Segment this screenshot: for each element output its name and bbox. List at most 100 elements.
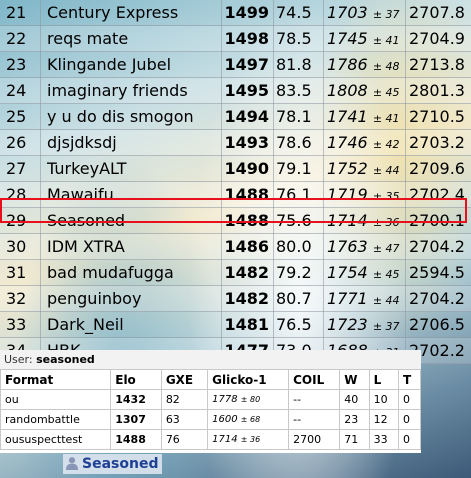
glicko-deviation: ± 44 (372, 164, 400, 177)
row-rank: 29 (6, 211, 27, 230)
row-player-name[interactable]: penguinboy (47, 286, 141, 311)
row-glicko: 1763 ± 47 (327, 234, 400, 261)
cell-glicko: 1600 ± 68 (207, 409, 290, 430)
row-player-name[interactable]: reqs mate (47, 26, 128, 51)
row-gxe: 76.5 (276, 315, 312, 334)
cell-ties: 0 (397, 429, 422, 450)
row-coil: 2801.3 (409, 81, 465, 100)
ladder-row: 30 IDM XTRA 1486 80.0 2704.2 1763 ± 47 (0, 234, 471, 260)
row-elo: 1498 (224, 29, 269, 48)
row-elo: 1490 (224, 159, 269, 178)
format-row: randombattle 1307 63 1600 ± 68 -- 23 12 0 (0, 409, 422, 430)
header-gxe: GXE (160, 369, 209, 390)
ladder-row: 24 imaginary friends 1495 83.5 2801.3 1808 ± … (0, 78, 471, 104)
row-player-name[interactable]: Seasoned (47, 208, 125, 233)
cell-gxe: 82 (160, 389, 209, 410)
row-coil: 2594.5 (409, 263, 465, 282)
row-gxe: 74.5 (276, 3, 312, 22)
cell-format: ou (0, 389, 112, 410)
glicko-deviation: ± 37 (372, 320, 400, 333)
column-divider (221, 0, 222, 350)
row-rank: 24 (6, 81, 27, 100)
format-table-header-row: Format Elo GXE Glicko-1 COIL W L T (0, 369, 422, 390)
row-player-name[interactable]: bad mudafugga (47, 260, 174, 285)
format-row: ou 1432 82 1778 ± 80 -- 40 10 0 (0, 389, 422, 410)
row-player-name[interactable]: djsjdksdj (47, 130, 117, 155)
cell-glicko: 1714 ± 36 (207, 429, 290, 450)
glicko-rating: 1703 (327, 3, 368, 22)
row-coil: 2713.8 (409, 55, 465, 74)
row-glicko: 1719 ± 35 (327, 182, 400, 209)
row-rank: 33 (6, 315, 27, 334)
glicko-deviation: ± 80 (240, 395, 261, 404)
glicko-deviation: ± 36 (240, 435, 261, 444)
row-gxe: 79.2 (276, 263, 312, 282)
username-badge[interactable]: Seasoned (63, 454, 163, 474)
row-glicko: 1714 ± 36 (327, 208, 400, 235)
glicko-deviation: ± 47 (372, 242, 400, 255)
row-glicko: 1754 ± 45 (327, 260, 400, 287)
row-rank: 30 (6, 237, 27, 256)
user-name[interactable]: seasoned (36, 353, 95, 366)
row-player-name[interactable]: Mawaifu (47, 182, 114, 207)
row-coil: 2700.1 (409, 211, 465, 230)
row-elo: 1495 (224, 81, 269, 100)
glicko-rating: 1714 (212, 434, 238, 445)
row-player-name[interactable]: TurkeyALT (47, 156, 127, 181)
row-player-name[interactable]: IDM XTRA (47, 234, 125, 259)
row-coil: 2707.8 (409, 3, 465, 22)
ladder-table: 21 Century Express 1499 74.5 2707.8 1703 ± 37… (0, 0, 471, 364)
cell-losses: 33 (368, 429, 399, 450)
row-glicko: 1746 ± 42 (327, 130, 400, 157)
glicko-rating: 1745 (327, 29, 368, 48)
cell-gxe: 76 (160, 429, 209, 450)
row-glicko: 1786 ± 48 (327, 52, 400, 79)
format-row: oususpecttest 1488 76 1714 ± 36 2700 71 33 0 (0, 429, 422, 450)
user-stats-panel: User: seasoned Format Elo GXE Glicko-1 C… (0, 350, 422, 453)
row-player-name[interactable]: Century Express (47, 0, 178, 25)
glicko-rating: 1600 (212, 414, 238, 425)
row-coil: 2702.4 (409, 185, 465, 204)
cell-ties: 0 (397, 389, 422, 410)
glicko-rating: 1741 (327, 107, 368, 126)
ladder-row: 32 penguinboy 1482 80.7 2704.2 1771 ± 44 (0, 286, 471, 312)
row-elo: 1488 (224, 211, 269, 230)
cell-format: randombattle (0, 409, 112, 430)
row-player-name[interactable]: imaginary friends (47, 78, 188, 103)
glicko-deviation: ± 41 (372, 34, 400, 47)
header-wins: W (339, 369, 370, 390)
cell-elo: 1488 (110, 429, 162, 450)
column-divider (40, 0, 41, 350)
column-divider (405, 0, 406, 350)
row-rank: 23 (6, 55, 27, 74)
row-coil: 2706.5 (409, 315, 465, 334)
row-gxe: 79.1 (276, 159, 312, 178)
row-coil: 2710.5 (409, 107, 465, 126)
cell-wins: 71 (339, 429, 370, 450)
cell-wins: 40 (339, 389, 370, 410)
cell-losses: 12 (368, 409, 399, 430)
glicko-rating: 1746 (327, 133, 368, 152)
cell-losses: 10 (368, 389, 399, 410)
row-player-name[interactable]: y u do dis smogon (47, 104, 194, 129)
row-player-name[interactable]: Klingande Jubel (47, 52, 171, 77)
row-glicko: 1771 ± 44 (327, 286, 400, 313)
glicko-rating: 1808 (327, 81, 368, 100)
row-player-name[interactable]: Dark_Neil (47, 312, 124, 337)
row-glicko: 1808 ± 45 (327, 78, 400, 105)
cell-glicko: 1778 ± 80 (207, 389, 290, 410)
glicko-deviation: ± 37 (372, 8, 400, 21)
row-rank: 31 (6, 263, 27, 282)
row-rank: 26 (6, 133, 27, 152)
header-format: Format (0, 369, 112, 390)
user-icon (66, 457, 78, 470)
glicko-rating: 1786 (327, 55, 368, 74)
glicko-rating: 1719 (327, 185, 368, 204)
ladder-row: 25 y u do dis smogon 1494 78.1 2710.5 1741 ± … (0, 104, 471, 130)
row-glicko: 1752 ± 44 (327, 156, 400, 183)
row-gxe: 78.6 (276, 133, 312, 152)
row-gxe: 80.7 (276, 289, 312, 308)
user-header: User: seasoned (0, 350, 421, 369)
ladder-row: 21 Century Express 1499 74.5 2707.8 1703 ± 37 (0, 0, 471, 26)
glicko-rating: 1752 (327, 159, 368, 178)
